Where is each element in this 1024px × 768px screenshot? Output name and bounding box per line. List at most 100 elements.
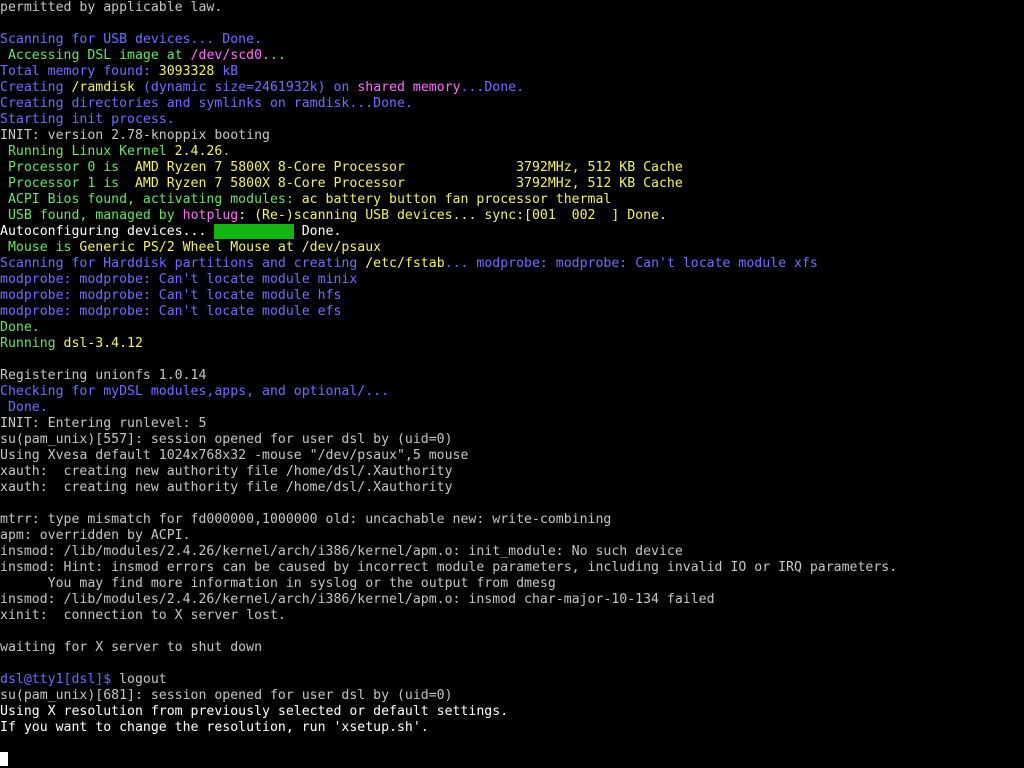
terminal-text: You may find more information in syslog … <box>0 576 556 591</box>
terminal-text: Scanning for Harddisk partitions and cre… <box>0 256 366 271</box>
terminal-line: xinit: connection to X server lost. <box>0 608 286 624</box>
terminal-line: Total memory found: 3093328 kB <box>0 64 238 80</box>
terminal-line: Scanning for USB devices... Done. <box>0 32 262 48</box>
terminal-text: . <box>222 144 231 159</box>
terminal-text: ACPI Bios found, activating modules: <box>0 192 302 207</box>
terminal-line: Done. <box>0 320 40 336</box>
terminal-text: modprobe: modprobe: Can't locate module … <box>0 288 342 303</box>
terminal-text: ...Done. <box>460 80 525 95</box>
terminal-text: dsl@tty1[dsl]$ <box>0 672 112 687</box>
terminal-line: apm: overridden by ACPI. <box>0 528 191 544</box>
terminal-line: su(pam_unix)[681]: session opened for us… <box>0 688 453 704</box>
terminal-line: su(pam_unix)[557]: session opened for us… <box>0 432 453 448</box>
terminal-text: Done. <box>293 224 342 239</box>
terminal-text: If you want to change the resolution, ru… <box>0 720 429 735</box>
terminal-text: shared memory <box>357 80 461 95</box>
terminal-line: Processor 0 is AMD Ryzen 7 5800X 8-Core … <box>0 160 683 176</box>
terminal-line: Accessing DSL image at /dev/scd0... <box>0 48 286 64</box>
terminal-text: kB <box>214 64 239 79</box>
terminal-text: dsl-3.4.12 <box>63 336 143 351</box>
terminal-text: AMD Ryzen 7 5800X 8-Core Processor 3792M… <box>134 160 683 175</box>
terminal-line: xauth: creating new authority file /home… <box>0 480 453 496</box>
terminal-line: insmod: /lib/modules/2.4.26/kernel/arch/… <box>0 592 715 608</box>
terminal-text: modprobe: modprobe: Can't locate module … <box>0 272 358 287</box>
terminal-text: Starting init process. <box>0 112 175 127</box>
terminal-line: insmod: /lib/modules/2.4.26/kernel/arch/… <box>0 544 683 560</box>
terminal-text: INIT: version 2.78-knoppix booting <box>0 128 270 143</box>
terminal-line: Creating /ramdisk (dynamic size=2461932k… <box>0 80 524 96</box>
terminal-text: : (Re-)scanning USB devices... sync:[001… <box>238 208 667 223</box>
terminal-text: Using X resolution from previously selec… <box>0 704 509 719</box>
terminal-line: Using X resolution from previously selec… <box>0 704 508 720</box>
terminal-text: apm: overridden by ACPI. <box>0 528 191 543</box>
terminal-text: 3093328 <box>158 64 215 79</box>
terminal-cursor <box>0 752 8 766</box>
terminal-line: You may find more information in syslog … <box>0 576 556 592</box>
terminal-line: Checking for myDSL modules,apps, and opt… <box>0 384 389 400</box>
terminal-text: /dev/scd0 <box>190 48 263 63</box>
terminal-line: INIT: version 2.78-knoppix booting <box>0 128 270 144</box>
terminal-line: Registering unionfs 1.0.14 <box>0 368 206 384</box>
terminal-line: xauth: creating new authority file /home… <box>0 464 453 480</box>
terminal-text: su(pam_unix)[681]: session opened for us… <box>0 688 453 703</box>
terminal-text: mtrr: type mismatch for fd000000,1000000… <box>0 512 612 527</box>
terminal-line: ACPI Bios found, activating modules: ac … <box>0 192 611 208</box>
terminal-line: dsl@tty1[dsl]$ logout <box>0 672 167 688</box>
terminal-line: waiting for X server to shut down <box>0 640 262 656</box>
terminal-line: permitted by applicable law. <box>0 0 222 16</box>
terminal-line: modprobe: modprobe: Can't locate module … <box>0 304 341 320</box>
terminal-line: Running Linux Kernel 2.4.26. <box>0 144 230 160</box>
terminal-line: Running dsl-3.4.12 <box>0 336 143 352</box>
terminal-line: mtrr: type mismatch for fd000000,1000000… <box>0 512 611 528</box>
terminal-text: insmod: Hint: insmod errors can be cause… <box>0 560 898 575</box>
terminal-text: insmod: /lib/modules/2.4.26/kernel/arch/… <box>0 592 715 607</box>
terminal-line: If you want to change the resolution, ru… <box>0 720 429 736</box>
terminal-text: logout <box>111 672 167 687</box>
terminal-text: /ramdisk <box>71 80 135 95</box>
terminal-text: Done. <box>0 400 48 415</box>
terminal-text: /etc/fstab <box>365 256 445 271</box>
terminal-text: Creating directories and symlinks on ram… <box>0 96 413 111</box>
terminal-text: Processor 0 is <box>0 160 135 175</box>
terminal-text: Registering unionfs 1.0.14 <box>0 368 207 383</box>
terminal-text: AMD Ryzen 7 5800X 8-Core Processor 3792M… <box>134 176 683 191</box>
progress-block <box>214 224 294 239</box>
terminal-text: insmod: /lib/modules/2.4.26/kernel/arch/… <box>0 544 683 559</box>
terminal-text: INIT: Entering runlevel: 5 <box>0 416 207 431</box>
terminal-text: ... modprobe: modprobe: Can't locate mod… <box>444 256 818 271</box>
terminal-text: Processor 1 is <box>0 176 135 191</box>
terminal-line: Starting init process. <box>0 112 175 128</box>
terminal-line: Processor 1 is AMD Ryzen 7 5800X 8-Core … <box>0 176 683 192</box>
terminal-text: Done. <box>0 320 40 335</box>
terminal-line: modprobe: modprobe: Can't locate module … <box>0 288 341 304</box>
terminal-text: Running Linux Kernel <box>0 144 175 159</box>
terminal-line: USB found, managed by hotplug: (Re-)scan… <box>0 208 667 224</box>
terminal-text: xauth: creating new authority file /home… <box>0 480 453 495</box>
terminal-text: Scanning for USB devices... Done. <box>0 32 263 47</box>
terminal-text: su(pam_unix)[557]: session opened for us… <box>0 432 453 447</box>
terminal-text: xinit: connection to X server lost. <box>0 608 286 623</box>
terminal-line: Autoconfiguring devices... Done. <box>0 224 341 240</box>
terminal-text: permitted by applicable law. <box>0 0 223 15</box>
terminal-text: (dynamic size=2461932k) on <box>135 80 358 95</box>
terminal-line: Creating directories and symlinks on ram… <box>0 96 413 112</box>
terminal-text: Generic PS/2 Wheel Mouse at /dev/psaux <box>79 240 382 255</box>
terminal-line: modprobe: modprobe: Can't locate module … <box>0 272 357 288</box>
terminal-text: Checking for myDSL modules,apps, and opt… <box>0 384 390 399</box>
terminal-text: Using Xvesa default 1024x768x32 -mouse "… <box>0 448 469 463</box>
terminal-text: Creating <box>0 80 72 95</box>
terminal-text: modprobe: modprobe: Can't locate module … <box>0 304 342 319</box>
terminal-text: Total memory found: <box>0 64 159 79</box>
terminal-line: Mouse is Generic PS/2 Wheel Mouse at /de… <box>0 240 381 256</box>
terminal-line: Done. <box>0 400 48 416</box>
terminal-text: USB found, managed by <box>0 208 183 223</box>
terminal-text: waiting for X server to shut down <box>0 640 263 655</box>
terminal-line: insmod: Hint: insmod errors can be cause… <box>0 560 897 576</box>
terminal-line: INIT: Entering runlevel: 5 <box>0 416 206 432</box>
terminal-text: Mouse is <box>0 240 80 255</box>
terminal-text: Accessing DSL image at <box>0 48 191 63</box>
terminal-console[interactable]: permitted by applicable law. Scanning for… <box>0 0 1024 768</box>
terminal-line: Scanning for Harddisk partitions and cre… <box>0 256 818 272</box>
terminal-line: Using Xvesa default 1024x768x32 -mouse "… <box>0 448 468 464</box>
terminal-text: 2.4.26 <box>174 144 223 159</box>
